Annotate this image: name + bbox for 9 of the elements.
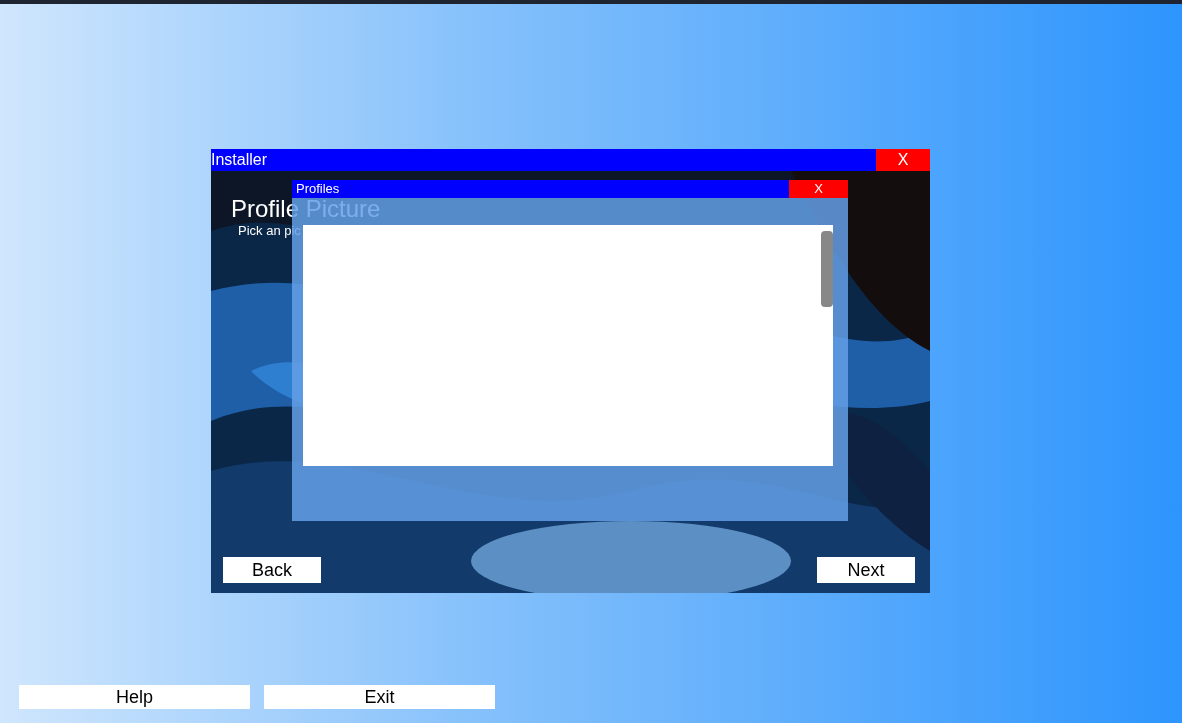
close-button[interactable]: X [876, 149, 930, 171]
window-title: Profiles [295, 180, 341, 198]
exit-button[interactable]: Exit [264, 685, 495, 709]
close-button[interactable]: X [789, 180, 848, 198]
help-button[interactable]: Help [19, 685, 250, 709]
back-button[interactable]: Back [223, 557, 321, 583]
scrollbar-thumb[interactable] [821, 231, 833, 307]
window-title: Installer [211, 150, 269, 170]
next-button[interactable]: Next [817, 557, 915, 583]
